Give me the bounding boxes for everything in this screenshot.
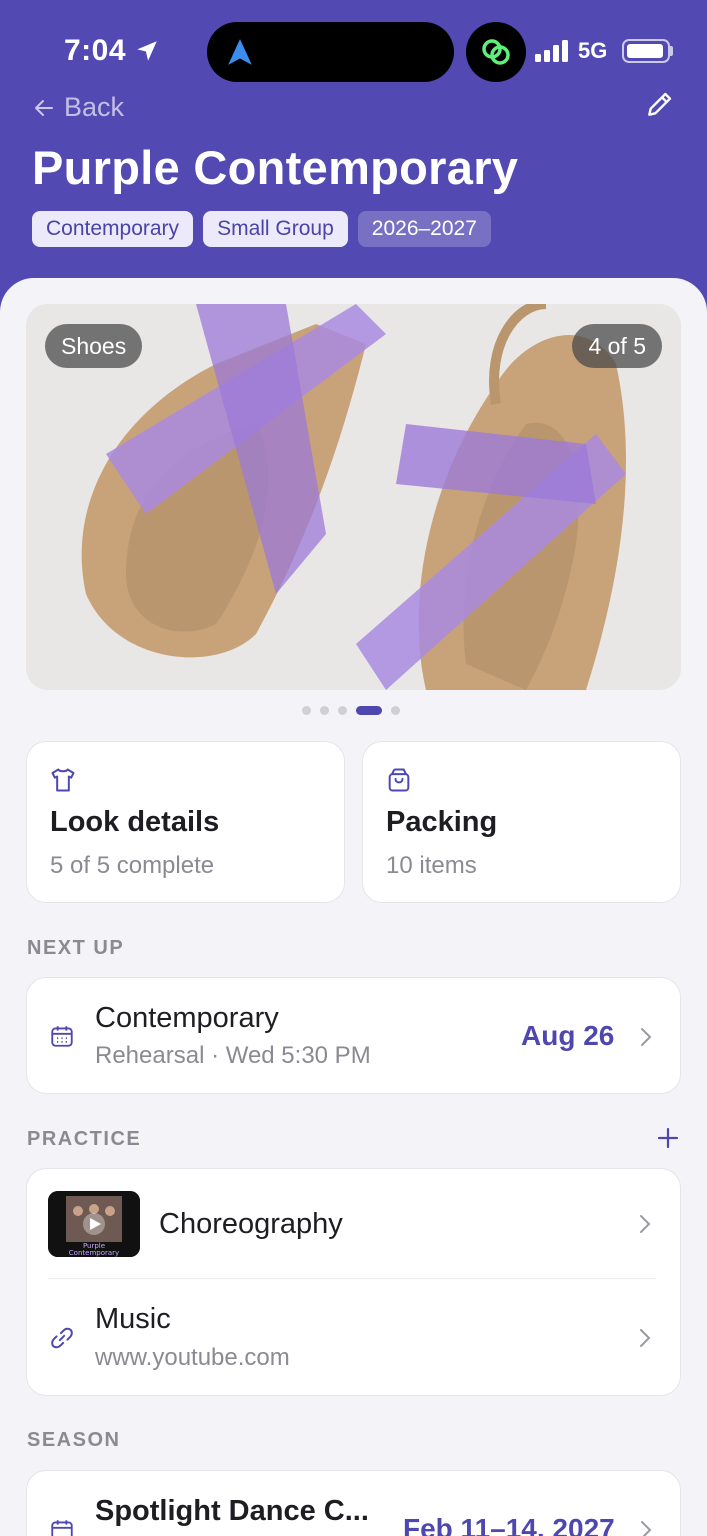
list-divider <box>48 1278 656 1279</box>
chevron-right-icon <box>640 1329 651 1347</box>
choreography-thumbnail[interactable]: Purple Contemporary <box>48 1191 140 1257</box>
page-dot[interactable] <box>338 705 347 715</box>
look-details-status: 5 of 5 complete <box>50 852 215 879</box>
bag-icon <box>388 768 410 792</box>
back-button[interactable]: Back <box>32 92 124 123</box>
signal-icon <box>535 40 568 62</box>
costume-photo[interactable]: Shoes 4 of 5 <box>26 304 681 690</box>
event-date: Aug 26 <box>521 1020 615 1051</box>
tag-list: Contemporary Small Group 2026–2027 <box>32 211 491 247</box>
arrow-left-icon <box>35 99 53 116</box>
packing-card[interactable]: Packing 10 items <box>362 741 681 903</box>
calendar-icon <box>51 1520 73 1536</box>
add-practice-button[interactable] <box>655 1125 681 1151</box>
navigation-icon <box>228 39 252 65</box>
live-activity-icon <box>466 22 526 82</box>
video-thumbnail-image: Purple Contemporary <box>48 1191 140 1257</box>
link-icon <box>51 1327 73 1349</box>
chevron-right-icon <box>640 1215 651 1233</box>
season-event-row[interactable]: Spotlight Dance C... Feb 11–14, 2027 <box>26 1470 681 1536</box>
network-type: 5G <box>578 38 608 63</box>
page-dot[interactable] <box>320 705 329 715</box>
packing-count: 10 items <box>386 852 477 879</box>
tag-season: 2026–2027 <box>357 211 491 247</box>
page-dot-active[interactable] <box>356 705 382 715</box>
look-details-title: Look details <box>50 806 220 838</box>
battery-tip <box>670 46 673 56</box>
look-details-card[interactable]: Look details 5 of 5 complete <box>26 741 345 903</box>
thumb-caption-line-2: Contemporary <box>69 1249 119 1257</box>
chevron-right-icon <box>641 1028 652 1046</box>
event-subtitle: Rehearsal · Wed 5:30 PM <box>95 1042 371 1069</box>
page-title: Purple Contemporary <box>32 141 519 194</box>
music-title[interactable]: Music <box>95 1303 171 1336</box>
season-heading: SEASON <box>27 1429 121 1451</box>
position-badge: 4 of 5 <box>572 324 662 368</box>
pencil-icon[interactable] <box>644 88 676 120</box>
category-badge: Shoes <box>45 324 143 368</box>
choreography-title[interactable]: Choreography <box>159 1208 343 1241</box>
season-event-date: Feb 11–14, 2027 <box>403 1513 615 1536</box>
tag-group: Small Group <box>203 211 348 247</box>
page-dot[interactable] <box>391 705 400 715</box>
shirt-icon <box>51 768 75 792</box>
battery-icon <box>622 39 670 63</box>
status-bar: 7:04 5G <box>0 0 707 90</box>
status-time: 7:04 <box>64 34 127 67</box>
chevron-right-icon <box>641 1521 652 1536</box>
practice-heading: PRACTICE <box>27 1128 142 1150</box>
next-up-event-row[interactable]: Contemporary Rehearsal · Wed 5:30 PM Aug… <box>26 977 681 1094</box>
page-dot[interactable] <box>302 705 311 715</box>
dynamic-island <box>207 22 454 82</box>
event-title: Contemporary <box>95 1002 279 1034</box>
music-url[interactable]: www.youtube.com <box>95 1344 290 1372</box>
packing-title: Packing <box>386 806 498 838</box>
tag-style: Contemporary <box>32 211 194 247</box>
back-label: Back <box>64 92 125 122</box>
season-event-title: Spotlight Dance C... <box>95 1495 369 1527</box>
location-arrow-icon <box>137 41 157 61</box>
calendar-icon <box>51 1026 73 1047</box>
page-indicator[interactable] <box>302 705 400 715</box>
next-up-heading: NEXT UP <box>27 937 125 959</box>
